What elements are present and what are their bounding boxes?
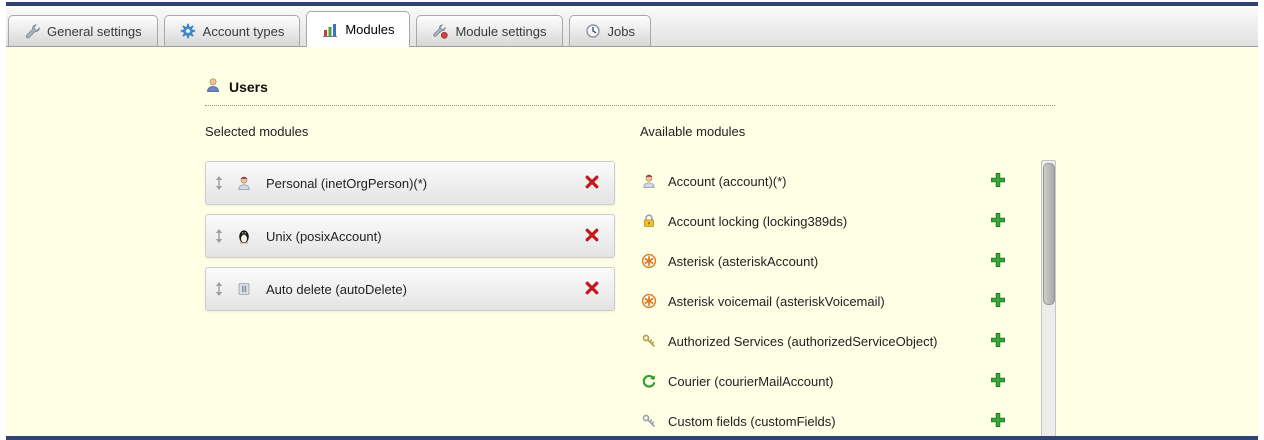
available-module-asterisk-voicemail: Asterisk voicemail (asteriskVoicemail) (640, 281, 1008, 321)
available-modules-scrollbar[interactable] (1041, 160, 1056, 436)
users-section-header: Users (205, 77, 1258, 97)
available-modules-column: Available modules Account (account)(*) (640, 124, 1056, 436)
gear-icon (180, 23, 196, 39)
add-module-button[interactable] (988, 330, 1008, 353)
drag-handle-icon[interactable] (214, 281, 224, 297)
tab-strip: General settings Account types Modules M… (6, 6, 1258, 47)
available-module-account-locking: Account locking (locking389ds) (640, 201, 1008, 241)
module-label: Custom fields (customFields) (668, 414, 988, 429)
add-plus-icon (990, 292, 1006, 311)
scrollbar-thumb[interactable] (1043, 163, 1055, 305)
module-label: Account locking (locking389ds) (668, 214, 988, 229)
wrench-icon (24, 23, 40, 39)
keys-icon (640, 333, 658, 349)
delete-x-icon (584, 174, 600, 193)
add-module-button[interactable] (988, 410, 1008, 433)
add-plus-icon (990, 212, 1006, 231)
available-module-courier: Courier (courierMailAccount) (640, 361, 1008, 401)
available-module-asterisk: Asterisk (asteriskAccount) (640, 241, 1008, 281)
person-icon (640, 173, 658, 189)
auto-delete-icon (236, 281, 252, 297)
bar-chart-icon (322, 22, 338, 38)
tab-module-settings[interactable]: Module settings (416, 15, 562, 46)
module-label: Asterisk (asteriskAccount) (668, 254, 988, 269)
tab-label: Modules (345, 22, 394, 37)
tab-jobs[interactable]: Jobs (569, 15, 651, 46)
selected-modules-column: Selected modules Personal (inetOrgPerson… (205, 124, 615, 436)
add-module-button[interactable] (988, 210, 1008, 233)
tab-label: General settings (47, 24, 142, 39)
available-module-account: Account (account)(*) (640, 161, 1008, 201)
selected-module-personal[interactable]: Personal (inetOrgPerson)(*) (205, 161, 615, 205)
person-icon (236, 175, 252, 191)
asterisk-icon (640, 253, 658, 269)
bottom-accent-bar (6, 436, 1258, 440)
available-modules-header: Available modules (640, 124, 1056, 139)
padlock-icon (640, 213, 658, 229)
keys-icon (640, 413, 658, 429)
page: General settings Account types Modules M… (6, 2, 1258, 440)
delete-x-icon (584, 280, 600, 299)
tab-label: Module settings (455, 24, 546, 39)
tools-icon (432, 23, 448, 39)
section-divider (205, 105, 1055, 106)
module-label: Authorized Services (authorizedServiceOb… (668, 334, 988, 349)
tab-label: Jobs (608, 24, 635, 39)
add-module-button[interactable] (988, 250, 1008, 273)
tab-label: Account types (203, 24, 285, 39)
tab-modules[interactable]: Modules (306, 11, 410, 47)
delete-x-icon (584, 227, 600, 246)
module-label: Auto delete (autoDelete) (266, 282, 582, 297)
add-plus-icon (990, 372, 1006, 391)
module-label: Personal (inetOrgPerson)(*) (266, 176, 582, 191)
remove-module-button[interactable] (582, 278, 602, 301)
module-label: Asterisk voicemail (asteriskVoicemail) (668, 294, 988, 309)
modules-tab-content: Users Selected modules Personal (inetOrg… (6, 47, 1258, 436)
selected-module-auto-delete[interactable]: Auto delete (autoDelete) (205, 267, 615, 311)
available-module-authorized-services: Authorized Services (authorizedServiceOb… (640, 321, 1008, 361)
module-label: Unix (posixAccount) (266, 229, 582, 244)
tab-general-settings[interactable]: General settings (8, 15, 158, 46)
selected-module-unix[interactable]: Unix (posixAccount) (205, 214, 615, 258)
add-plus-icon (990, 412, 1006, 431)
tab-account-types[interactable]: Account types (164, 15, 301, 46)
selected-modules-header: Selected modules (205, 124, 615, 139)
user-icon (205, 77, 221, 98)
add-plus-icon (990, 172, 1006, 191)
add-plus-icon (990, 252, 1006, 271)
drag-handle-icon[interactable] (214, 228, 224, 244)
add-plus-icon (990, 332, 1006, 351)
remove-module-button[interactable] (582, 172, 602, 195)
module-label: Account (account)(*) (668, 174, 988, 189)
add-module-button[interactable] (988, 290, 1008, 313)
drag-handle-icon[interactable] (214, 175, 224, 191)
section-title: Users (229, 79, 268, 95)
module-label: Courier (courierMailAccount) (668, 374, 988, 389)
add-module-button[interactable] (988, 170, 1008, 193)
refresh-icon (640, 373, 658, 389)
tux-penguin-icon (236, 228, 252, 244)
asterisk-icon (640, 293, 658, 309)
remove-module-button[interactable] (582, 225, 602, 248)
add-module-button[interactable] (988, 370, 1008, 393)
available-module-custom-fields: Custom fields (customFields) (640, 401, 1008, 436)
clock-icon (585, 23, 601, 39)
